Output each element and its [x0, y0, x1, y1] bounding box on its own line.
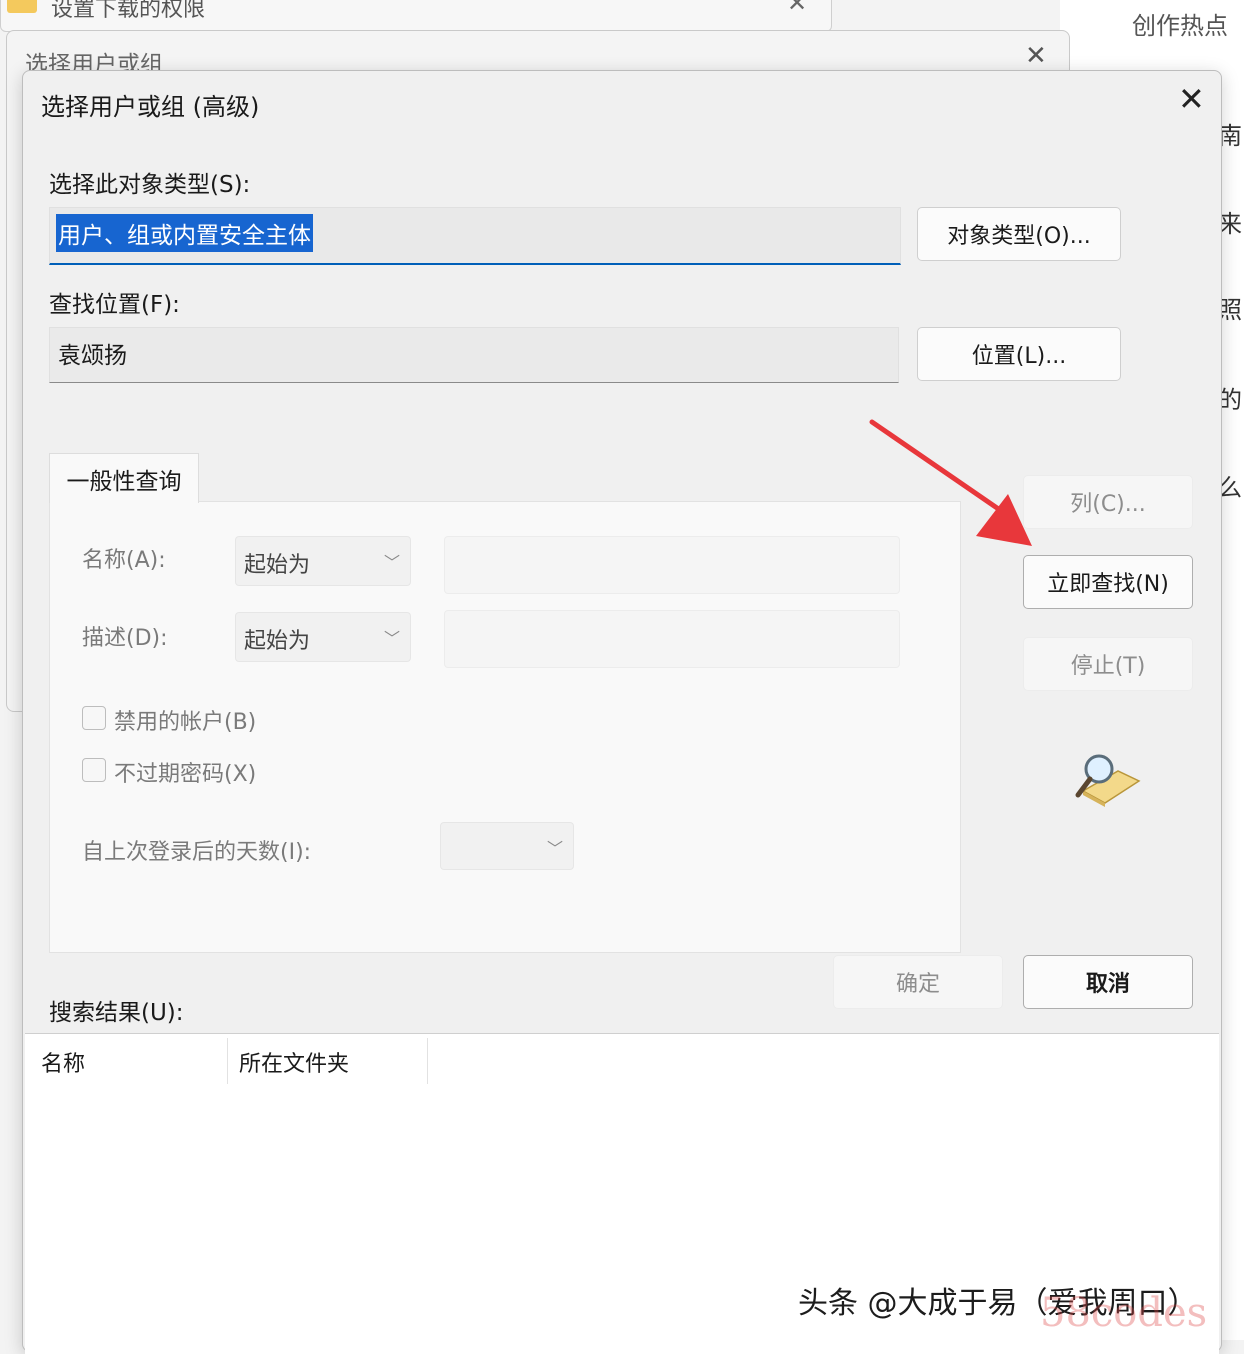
tab-general-query[interactable]: 一般性查询: [49, 453, 199, 503]
close-icon[interactable]: ✕: [787, 0, 807, 17]
ok-button[interactable]: 确定: [833, 955, 1003, 1009]
chevron-down-icon: ﹀: [383, 629, 400, 648]
column-separator[interactable]: [427, 1038, 428, 1084]
days-since-logon-label: 自上次登录后的天数(I):: [82, 840, 312, 865]
general-query-panel: 名称(A): 起始为 ﹀ 描述(D): 起始为 ﹀ 禁用的帐户(B) 不过期密码…: [49, 501, 961, 953]
location-field[interactable]: 袁颂扬: [49, 327, 899, 383]
non-expiring-password-label: 不过期密码(X): [114, 762, 257, 787]
disabled-accounts-label: 禁用的帐户(B): [114, 710, 257, 735]
location-value: 袁颂扬: [58, 343, 127, 369]
object-types-button[interactable]: 对象类型(O)...: [917, 207, 1121, 261]
column-header-name[interactable]: 名称: [41, 1046, 85, 1078]
column-separator[interactable]: [227, 1038, 228, 1084]
creation-hotspot-heading[interactable]: 创作热点: [1132, 6, 1228, 41]
non-expiring-password-checkbox[interactable]: [82, 758, 106, 782]
description-mode-dropdown[interactable]: 起始为 ﹀: [235, 612, 411, 662]
name-mode-dropdown[interactable]: 起始为 ﹀: [235, 536, 411, 586]
name-label: 名称(A):: [82, 548, 166, 573]
column-header-folder[interactable]: 所在文件夹: [239, 1046, 349, 1078]
close-icon[interactable]: ✕: [1025, 41, 1047, 71]
object-type-label: 选择此对象类型(S):: [49, 172, 251, 198]
description-input[interactable]: [444, 610, 900, 668]
background-window-title: 设置下载的权限: [51, 0, 206, 22]
description-mode-value: 起始为: [244, 629, 311, 654]
select-users-advanced-dialog: 选择用户或组 (高级) ✕ 选择此对象类型(S): 用户、组或内置安全主体 对象…: [22, 70, 1222, 1354]
folder-icon: [7, 0, 37, 13]
find-now-button[interactable]: 立即查找(N): [1023, 555, 1193, 609]
description-label: 描述(D):: [82, 626, 168, 651]
red-arrow-annotation: [869, 419, 1032, 546]
location-label: 查找位置(F):: [49, 292, 180, 318]
days-since-logon-dropdown[interactable]: ﹀: [440, 822, 574, 870]
chevron-down-icon: ﹀: [546, 839, 563, 858]
name-input[interactable]: [444, 536, 900, 594]
cancel-button[interactable]: 取消: [1023, 955, 1193, 1009]
search-results-label: 搜索结果(U):: [49, 1000, 184, 1026]
disabled-accounts-checkbox[interactable]: [82, 706, 106, 730]
object-type-field[interactable]: 用户、组或内置安全主体: [49, 207, 901, 265]
name-mode-value: 起始为: [244, 553, 311, 578]
chevron-down-icon: ﹀: [383, 553, 400, 572]
background-window-top: 设置下载的权限 ✕: [0, 0, 832, 32]
close-icon[interactable]: ✕: [1178, 81, 1205, 117]
general-query-tab-area: 名称(A): 起始为 ﹀ 描述(D): 起始为 ﹀ 禁用的帐户(B) 不过期密码…: [49, 453, 961, 953]
location-button[interactable]: 位置(L)...: [917, 327, 1121, 381]
stop-button[interactable]: 停止(T): [1023, 637, 1193, 691]
object-type-value: 用户、组或内置安全主体: [56, 214, 313, 252]
search-animation-icon: [1075, 754, 1141, 807]
watermark-logo: 58codes: [1040, 1290, 1208, 1336]
dialog-title: 选择用户或组 (高级): [41, 93, 260, 121]
